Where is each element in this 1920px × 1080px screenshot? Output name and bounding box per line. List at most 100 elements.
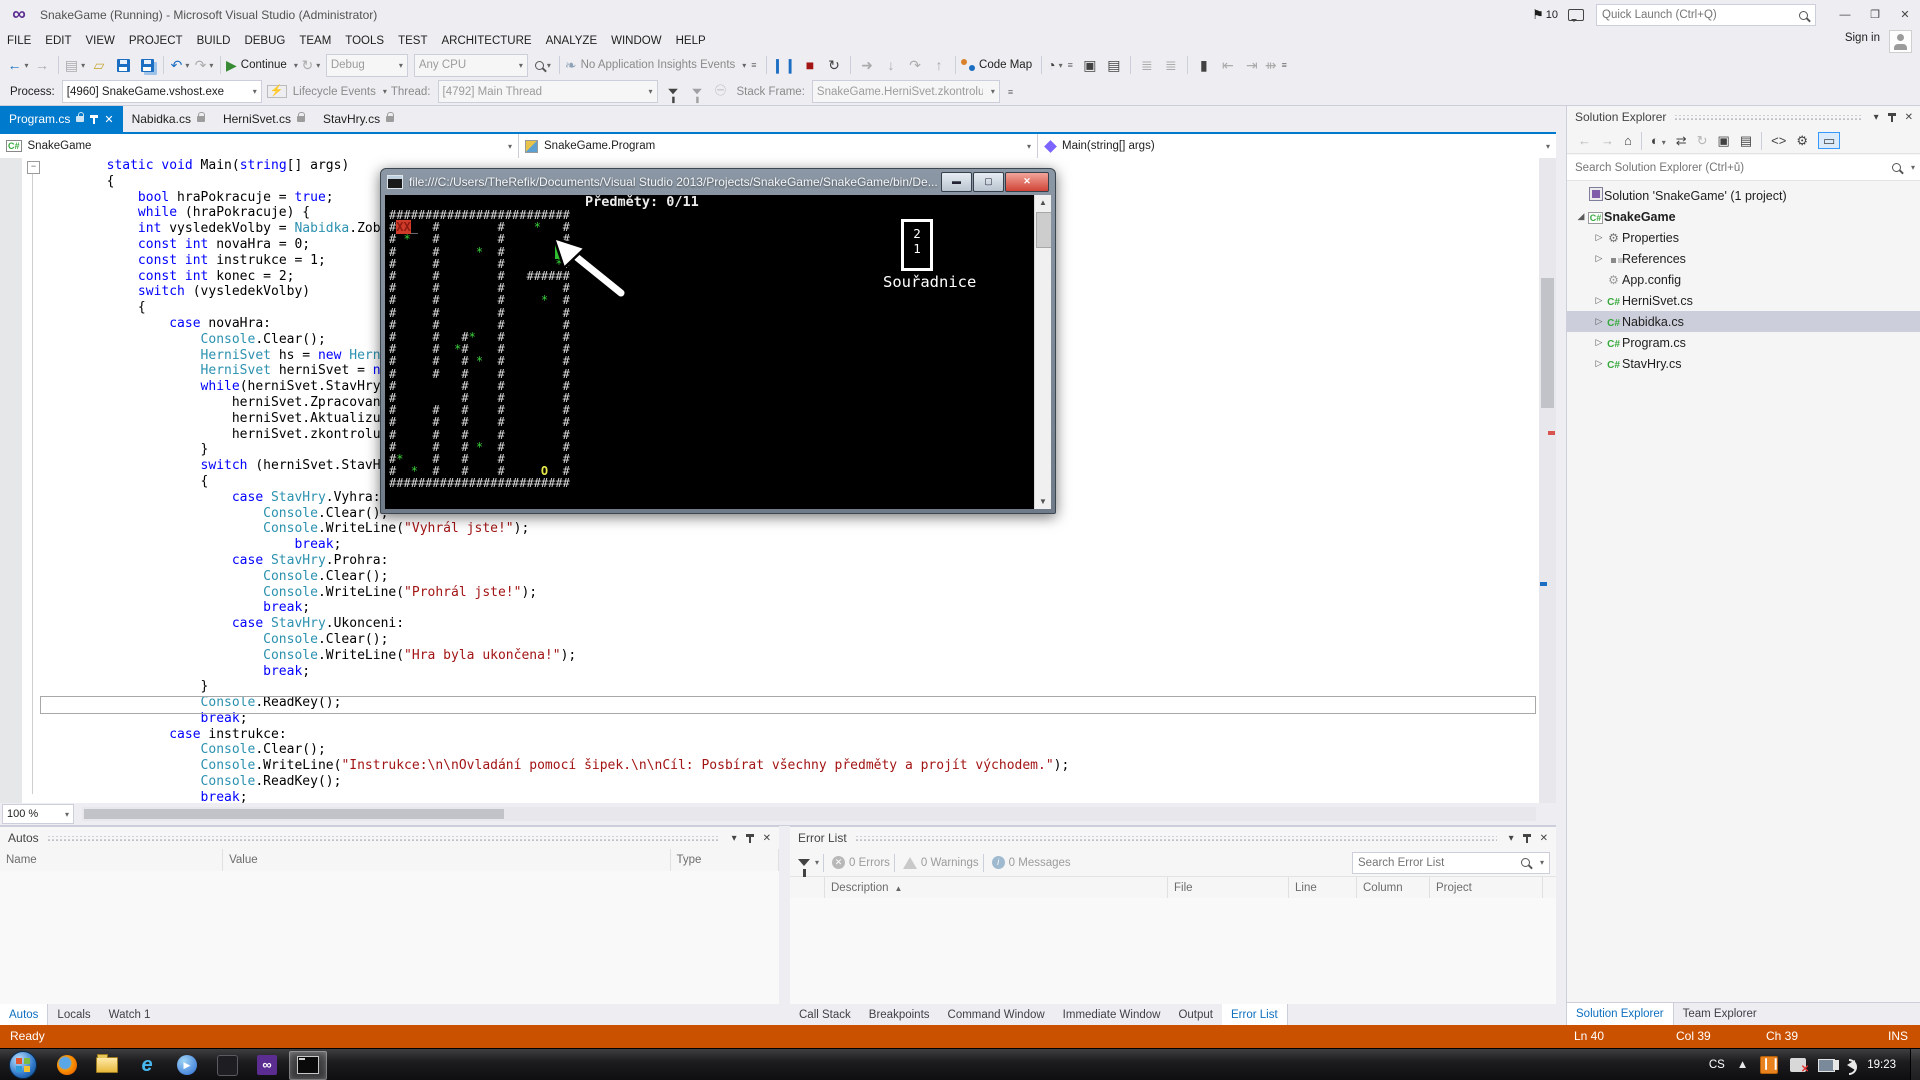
document-outline-button[interactable]: ▤ <box>1103 54 1125 76</box>
menu-project[interactable]: PROJECT <box>122 30 190 52</box>
scroll-down-arrow[interactable]: ▼ <box>1035 494 1051 509</box>
menu-window[interactable]: WINDOW <box>604 30 668 52</box>
collapsed-arrow-icon[interactable]: ▷ <box>1593 232 1605 243</box>
autos-column-type[interactable]: Type <box>671 849 779 871</box>
console-minimize-button[interactable]: ▬ <box>941 172 972 192</box>
next-bookmark-button[interactable]: ⇥ <box>1241 54 1263 76</box>
device-error-tray-icon[interactable] <box>1790 1058 1806 1072</box>
solution-search-input[interactable] <box>1567 162 1892 174</box>
preview-selected-items-icon[interactable]: ▭ <box>1818 132 1840 149</box>
debug-tab-locals[interactable]: Locals <box>48 1004 99 1026</box>
process-dropdown[interactable]: [4960] SnakeGame.vshost.exe▾ <box>62 80 262 103</box>
tree-item-nabidka-cs[interactable]: ▷C#Nabidka.cs <box>1567 311 1920 332</box>
errors-count[interactable]: 0 Errors <box>849 857 890 869</box>
forward-icon[interactable]: → <box>1601 134 1614 147</box>
show-next-statement-button[interactable]: ➜ <box>856 54 878 76</box>
panel-tab-team-explorer[interactable]: Team Explorer <box>1674 1003 1766 1025</box>
error-column-line[interactable]: Line <box>1289 877 1357 899</box>
code-map-button[interactable]: Code Map <box>961 54 1036 76</box>
show-hidden-icons-icon[interactable]: ▲ <box>1737 1059 1748 1071</box>
editor-vertical-scrollbar[interactable] <box>1539 158 1556 803</box>
error-column-project[interactable]: Project <box>1430 877 1543 899</box>
pin-icon[interactable] <box>1526 834 1528 843</box>
navigate-forward-button[interactable]: → <box>31 54 53 76</box>
collapsed-arrow-icon[interactable]: ▷ <box>1593 337 1605 348</box>
collapsed-arrow-icon[interactable]: ▷ <box>1593 316 1605 327</box>
taskbar-app-dark-icon[interactable] <box>209 1052 245 1079</box>
debug-tab-watch-1[interactable]: Watch 1 <box>100 1004 160 1026</box>
editor-horizontal-scrollbar[interactable] <box>82 807 1536 821</box>
tree-item-program-cs[interactable]: ▷C#Program.cs <box>1567 332 1920 353</box>
suspend-threads-icon[interactable]: ㊀ <box>710 81 732 103</box>
filter-icon[interactable] <box>798 859 810 866</box>
error-column-column[interactable]: Column <box>1357 877 1430 899</box>
output-tab-output[interactable]: Output <box>1169 1004 1222 1026</box>
close-tab-icon[interactable]: ✕ <box>104 113 113 126</box>
autos-column-name[interactable]: Name <box>0 849 223 871</box>
autos-column-value[interactable]: Value <box>223 849 670 871</box>
menu-help[interactable]: HELP <box>669 30 713 52</box>
error-column-file[interactable]: File <box>1168 877 1289 899</box>
indent-decrease-button[interactable]: ≣ <box>1136 54 1158 76</box>
autos-header[interactable]: Autos ▾ ✕ <box>0 827 779 849</box>
collapsed-arrow-icon[interactable]: ▷ <box>1593 295 1605 306</box>
redo-button[interactable]: ↷▾ <box>193 54 215 76</box>
taskbar-file-explorer-icon[interactable] <box>89 1052 125 1079</box>
menu-tools[interactable]: TOOLS <box>338 30 391 52</box>
console-maximize-button[interactable]: ▢ <box>973 172 1004 192</box>
taskbar-media-player-icon[interactable]: ▶ <box>169 1052 205 1079</box>
close-panel-icon[interactable]: ✕ <box>1540 833 1548 844</box>
output-tab-error-list[interactable]: Error List <box>1222 1004 1288 1026</box>
project-dropdown[interactable]: C# SnakeGame▾ <box>0 134 519 158</box>
pause-button[interactable]: ❙❙ <box>772 54 797 76</box>
clear-bookmarks-button[interactable]: ⇻≡ <box>1265 54 1291 76</box>
continue-button[interactable]: ▶ Continue▾ <box>226 54 298 76</box>
error-list-header[interactable]: Error List ▾ ✕ <box>790 827 1556 849</box>
console-title-bar[interactable]: file:///C:/Users/TheRefik/Documents/Visu… <box>381 169 1055 194</box>
expanded-arrow-icon[interactable]: ◢ <box>1575 211 1587 222</box>
save-all-button[interactable] <box>136 54 158 76</box>
thread-dropdown[interactable]: [4792] Main Thread▾ <box>438 80 658 103</box>
step-out-button[interactable]: ↑ <box>928 54 950 76</box>
refresh-icon[interactable]: ↻ <box>1697 134 1708 147</box>
menu-analyze[interactable]: ANALYZE <box>539 30 605 52</box>
restore-button[interactable]: ❐ <box>1860 4 1890 26</box>
menu-debug[interactable]: DEBUG <box>237 30 292 52</box>
menu-team[interactable]: TEAM <box>292 30 338 52</box>
tree-item-references[interactable]: ▷References <box>1567 248 1920 269</box>
new-file-button[interactable]: ▱ <box>88 54 110 76</box>
menu-edit[interactable]: EDIT <box>38 30 78 52</box>
menu-build[interactable]: BUILD <box>190 30 238 52</box>
minimize-button[interactable]: — <box>1830 4 1860 26</box>
tab-hernisvet-cs[interactable]: HerniSvet.cs <box>214 106 314 132</box>
feedback-icon[interactable] <box>1568 9 1584 21</box>
taskbar-internet-explorer-icon[interactable]: e <box>129 1052 165 1079</box>
tree-item-hernisvet-cs[interactable]: ▷C#HerniSvet.cs <box>1567 290 1920 311</box>
flag-threads-filter-icon[interactable] <box>662 81 684 103</box>
sign-in-link[interactable]: Sign in <box>1845 32 1880 44</box>
collapsed-arrow-icon[interactable]: ▷ <box>1593 358 1605 369</box>
open-files-filter-icon[interactable]: ▤ <box>1740 134 1752 147</box>
output-tab-immediate-window[interactable]: Immediate Window <box>1054 1004 1170 1026</box>
prev-bookmark-button[interactable]: ⇤ <box>1217 54 1239 76</box>
menu-view[interactable]: VIEW <box>79 30 122 52</box>
step-into-button[interactable]: ↓ <box>880 54 902 76</box>
pin-icon[interactable] <box>749 834 751 843</box>
horizontal-scrollbar-thumb[interactable] <box>84 809 504 819</box>
vs-running-tray-icon[interactable]: ❙❙ <box>1760 1056 1778 1074</box>
pending-changes-filter-icon[interactable]: ▣ <box>1718 134 1730 147</box>
menu-test[interactable]: TEST <box>391 30 434 52</box>
lifecycle-events-label[interactable]: Lifecycle Events <box>293 86 376 98</box>
tab-stavhry-cs[interactable]: StavHry.cs <box>314 106 403 132</box>
menu-file[interactable]: FILE <box>0 30 38 52</box>
notifications-flag-icon[interactable]: ⚑ <box>1532 7 1544 23</box>
solution-configuration-dropdown[interactable]: Debug▾ <box>326 54 408 77</box>
paste-button[interactable]: ▤▾ <box>64 54 86 76</box>
tree-item-app-config[interactable]: ⚙App.config <box>1567 269 1920 290</box>
editor-zoom-dropdown[interactable]: 100 %▾ <box>2 804 74 824</box>
window-position-icon[interactable]: ▾ <box>1509 833 1514 844</box>
restart-options-button[interactable]: ↻▾ <box>300 54 322 76</box>
collapse-region-button[interactable]: − <box>27 161 40 174</box>
console-close-button[interactable]: ✕ <box>1005 172 1049 192</box>
tab-nabidka-cs[interactable]: Nabidka.cs <box>123 106 214 132</box>
